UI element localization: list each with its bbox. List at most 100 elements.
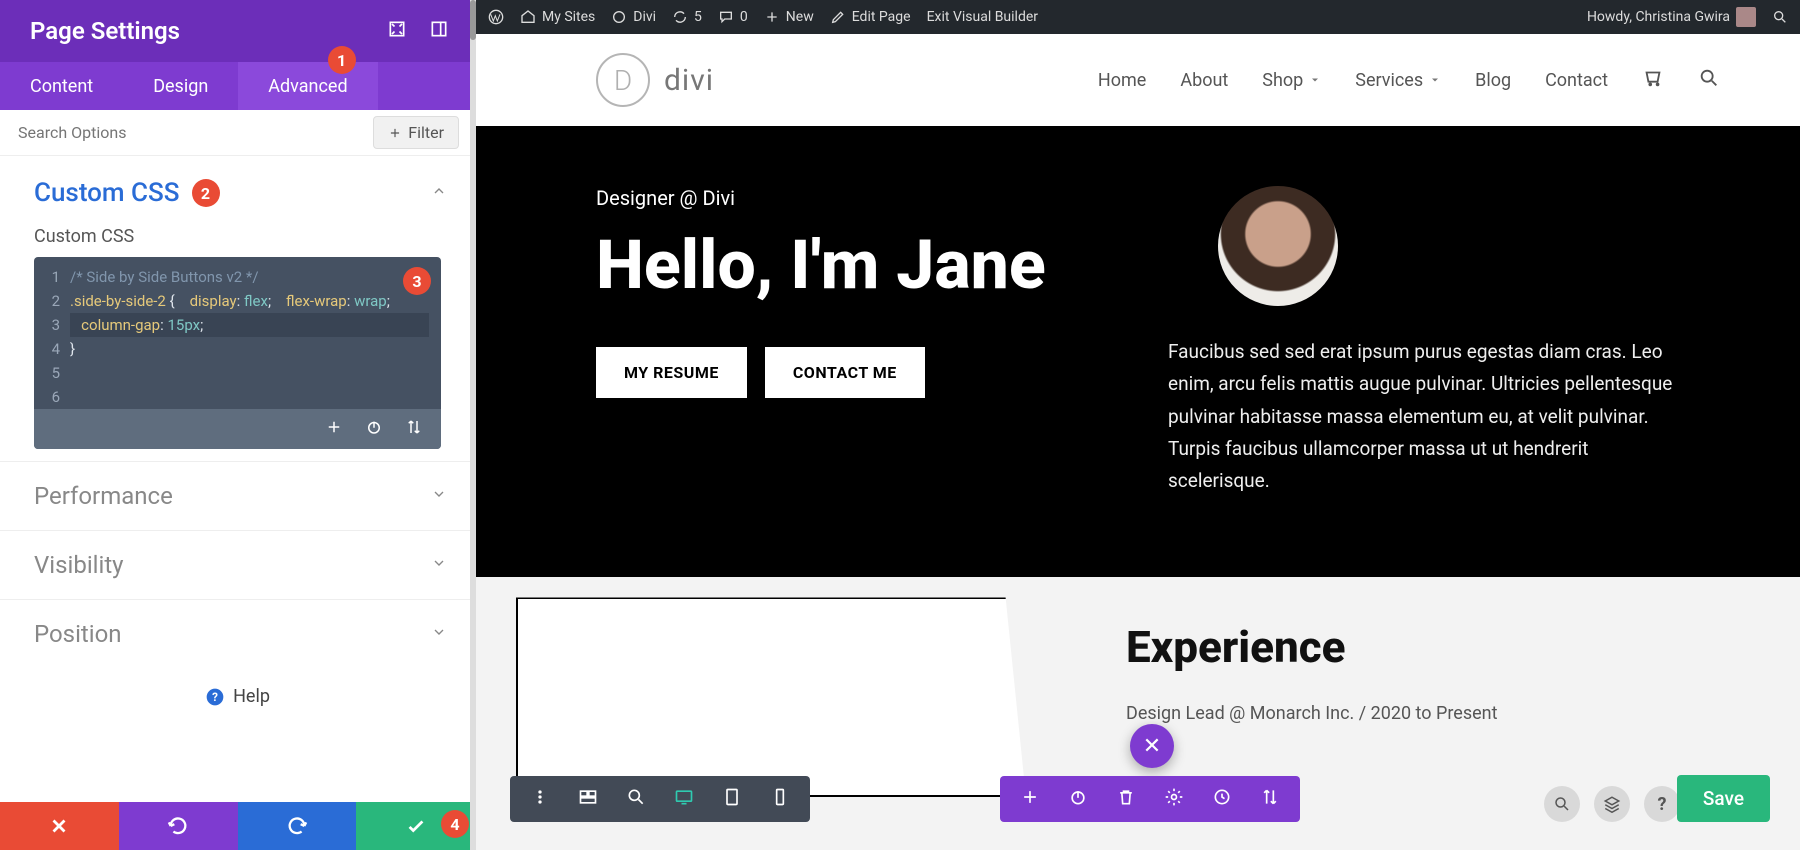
trash-icon[interactable]: [1116, 787, 1136, 811]
sidebar-header: Page Settings: [0, 0, 475, 62]
tab-design[interactable]: Design: [123, 62, 238, 110]
code-toolbar: [34, 409, 441, 449]
wireframe-icon[interactable]: [578, 787, 598, 811]
tab-content[interactable]: Content: [0, 62, 123, 110]
confirm-button[interactable]: 4: [356, 802, 475, 850]
history-icon[interactable]: [1212, 787, 1232, 811]
experience-heading: Experience: [1126, 621, 1680, 673]
viewport-toolbar: [510, 776, 810, 822]
edit-page-link[interactable]: Edit Page: [830, 9, 911, 25]
nav-home[interactable]: Home: [1098, 70, 1146, 91]
filter-label: Filter: [408, 123, 444, 142]
settings-sidebar: Page Settings Content Design Advanced 1 …: [0, 0, 476, 850]
site-logo[interactable]: D divi: [596, 53, 714, 107]
callout-badge-2: 2: [192, 179, 220, 207]
hero-tagline: Designer @ Divi: [596, 186, 1108, 210]
sidebar-footer: 4: [0, 802, 475, 850]
css-editor[interactable]: 3 123456 /* Side by Side Buttons v2 */ .…: [34, 257, 441, 449]
chevron-down-icon: [431, 486, 447, 506]
search-input[interactable]: [0, 123, 373, 142]
phone-icon[interactable]: [770, 787, 790, 811]
chevron-down-icon: [431, 624, 447, 644]
section-performance-title: Performance: [34, 482, 173, 510]
nav-about[interactable]: About: [1180, 70, 1228, 91]
new-link[interactable]: New: [764, 9, 814, 25]
code-lines[interactable]: /* Side by Side Buttons v2 */ .side-by-s…: [70, 265, 441, 409]
comments-link[interactable]: 0: [718, 9, 748, 25]
nav-shop[interactable]: Shop: [1262, 70, 1321, 91]
quick-actions: ?: [1544, 786, 1680, 822]
hero-body-text: Faucibus sed sed erat ipsum purus egesta…: [1168, 336, 1680, 497]
nav-menu: Home About Shop Services Blog Contact: [1098, 67, 1720, 94]
section-position[interactable]: Position: [0, 599, 475, 668]
cancel-button[interactable]: [0, 802, 119, 850]
tablet-icon[interactable]: [722, 787, 742, 811]
site-nav: D divi Home About Shop Services Blog Con…: [476, 34, 1800, 126]
main-area: My Sites Divi 5 0 New Edit Page Exit Vis…: [476, 0, 1800, 850]
contact-button[interactable]: CONTACT ME: [765, 347, 925, 398]
sort-icon[interactable]: [1260, 787, 1280, 811]
quick-search-icon[interactable]: [1544, 786, 1580, 822]
zoom-icon[interactable]: [626, 787, 646, 811]
power-icon[interactable]: [365, 418, 383, 440]
updates-link[interactable]: 5: [672, 9, 702, 25]
expand-icon[interactable]: [387, 19, 407, 43]
sidebar-title: Page Settings: [30, 17, 180, 45]
search-icon[interactable]: [1698, 67, 1720, 94]
exit-vb-link[interactable]: Exit Visual Builder: [927, 9, 1038, 25]
nav-services[interactable]: Services: [1355, 70, 1441, 91]
svg-text:?: ?: [212, 690, 218, 704]
tab-advanced[interactable]: Advanced 1: [238, 62, 377, 110]
plus-icon[interactable]: [1020, 787, 1040, 811]
tab-advanced-label: Advanced: [268, 76, 347, 97]
hero-section: Designer @ Divi Hello, I'm Jane MY RESUM…: [476, 126, 1800, 577]
howdy-user[interactable]: Howdy, Christina Gwira: [1587, 7, 1756, 27]
site-link[interactable]: Divi: [611, 9, 656, 25]
custom-css-label: Custom CSS: [0, 216, 475, 257]
filter-button[interactable]: Filter: [373, 116, 459, 149]
hero-headline: Hello, I'm Jane: [596, 230, 1108, 301]
wp-logo-icon[interactable]: [488, 9, 504, 25]
gear-icon[interactable]: [1164, 787, 1184, 811]
callout-badge-1: 1: [328, 46, 356, 74]
help-label: Help: [233, 686, 270, 707]
module-toolbar: [1000, 776, 1300, 822]
add-icon[interactable]: [325, 418, 343, 440]
sort-icon[interactable]: [405, 418, 423, 440]
section-performance[interactable]: Performance: [0, 462, 475, 530]
help-link[interactable]: ? Help: [0, 668, 475, 725]
wp-admin-bar: My Sites Divi 5 0 New Edit Page Exit Vis…: [476, 0, 1800, 34]
resume-button[interactable]: MY RESUME: [596, 347, 747, 398]
chevron-down-icon: [431, 555, 447, 575]
section-visibility-title: Visibility: [34, 551, 124, 579]
logo-text: divi: [664, 63, 714, 98]
redo-button[interactable]: [238, 802, 357, 850]
experience-line: Design Lead @ Monarch Inc. / 2020 to Pre…: [1126, 703, 1680, 724]
cart-icon[interactable]: [1642, 67, 1664, 94]
admin-search-icon[interactable]: [1772, 9, 1788, 25]
section-custom-css[interactable]: Custom CSS 2: [0, 156, 475, 216]
more-icon[interactable]: [530, 787, 550, 811]
nav-blog[interactable]: Blog: [1475, 70, 1511, 91]
save-button[interactable]: Save: [1677, 775, 1770, 822]
chevron-up-icon: [431, 183, 447, 203]
search-row: Filter: [0, 110, 475, 156]
undo-button[interactable]: [119, 802, 238, 850]
close-fab[interactable]: ✕: [1130, 724, 1174, 768]
experience-card[interactable]: [516, 597, 1026, 797]
logo-mark: D: [596, 53, 650, 107]
dock-icon[interactable]: [429, 19, 449, 43]
section-visibility[interactable]: Visibility: [0, 530, 475, 599]
hero-buttons: MY RESUME CONTACT ME: [596, 347, 1108, 398]
avatar: [1736, 7, 1756, 27]
section-position-title: Position: [34, 620, 122, 648]
callout-badge-3: 3: [403, 267, 431, 295]
desktop-icon[interactable]: [674, 787, 694, 811]
code-gutter: 123456: [34, 265, 70, 409]
layers-icon[interactable]: [1594, 786, 1630, 822]
my-sites-link[interactable]: My Sites: [520, 9, 595, 25]
power-icon[interactable]: [1068, 787, 1088, 811]
nav-contact[interactable]: Contact: [1545, 70, 1608, 91]
help-icon[interactable]: ?: [1644, 786, 1680, 822]
section-custom-css-title: Custom CSS: [34, 178, 180, 208]
